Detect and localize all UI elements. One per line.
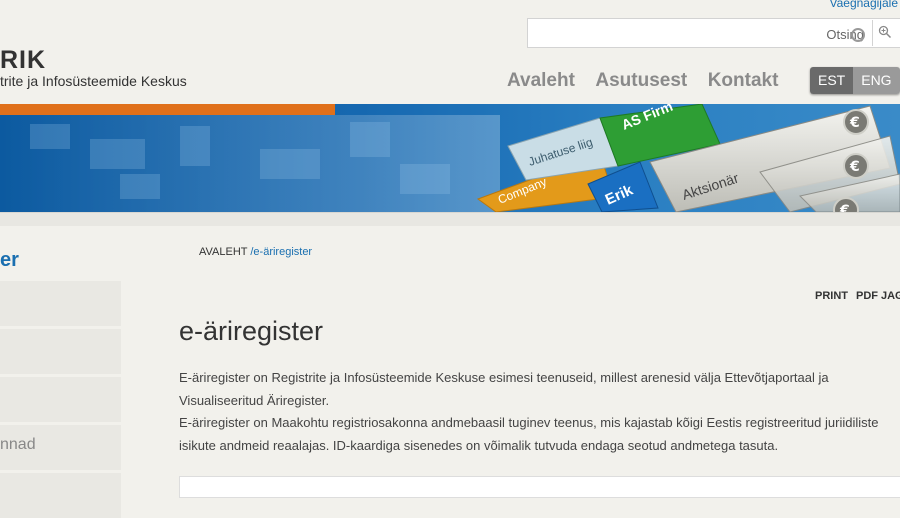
description-paragraph: E-äriregister on Maakohtu registriosakon… xyxy=(179,415,879,453)
main-content: E-äriregister on Registrite ja Infosüste… xyxy=(179,367,899,457)
svg-text:€: € xyxy=(849,115,860,131)
sidebar-item[interactable] xyxy=(0,377,121,422)
hero-banner: Company Juhatuse liig AS Firm Erik Aktsi… xyxy=(0,104,900,212)
svg-text:€: € xyxy=(849,159,860,175)
magnifier-icon[interactable] xyxy=(878,25,892,39)
lang-eng-button[interactable]: ENG xyxy=(853,67,900,94)
breadcrumb-current[interactable]: /e-äriregister xyxy=(250,246,312,258)
search-input[interactable] xyxy=(532,22,866,46)
logo-title: RIK xyxy=(0,46,47,74)
logo-subtitle: trite ja Infosüsteemide Keskus xyxy=(0,73,187,89)
sidebar-item[interactable] xyxy=(0,329,121,374)
search-box xyxy=(527,18,900,48)
page-tools: PRINT PDF JAG xyxy=(815,290,900,302)
orange-strip xyxy=(0,104,335,115)
print-button[interactable]: PRINT xyxy=(815,290,848,302)
sidebar-item[interactable] xyxy=(0,281,121,326)
banner-graphic: Company Juhatuse liig AS Firm Erik Aktsi… xyxy=(0,104,900,212)
logo[interactable]: RIK trite ja Infosüsteemide Keskus xyxy=(0,46,187,89)
sidebar-item-label[interactable]: nnad xyxy=(0,436,36,454)
euro-icon: € xyxy=(843,109,869,135)
nav-item-asutusest[interactable]: Asutusest xyxy=(595,70,687,91)
euro-icon: € xyxy=(833,197,859,212)
sidebar-item[interactable] xyxy=(0,473,121,518)
content-box xyxy=(179,476,900,498)
lang-est-button[interactable]: EST xyxy=(810,67,854,94)
share-button[interactable]: JAG xyxy=(881,290,900,302)
euro-icon: € xyxy=(843,153,869,179)
nav-item-avaleht[interactable]: Avaleht xyxy=(507,70,575,91)
search-divider xyxy=(872,20,873,46)
main-nav: Avaleht Asutusest Kontakt xyxy=(507,70,794,92)
intro-paragraph: E-äriregister on Registrite ja Infosüste… xyxy=(179,370,829,408)
language-switcher: EST ENG xyxy=(810,67,900,94)
nav-item-kontakt[interactable]: Kontakt xyxy=(708,70,779,91)
svg-text:€: € xyxy=(839,203,850,212)
accessibility-link[interactable]: Vaegnägijale xyxy=(829,0,898,10)
breadcrumb-home[interactable]: AVALEHT xyxy=(199,246,247,258)
page-title: e-äriregister xyxy=(179,316,324,346)
banner-shadow xyxy=(0,212,900,226)
pdf-button[interactable]: PDF xyxy=(856,290,878,302)
breadcrumb: AVALEHT /e-äriregister xyxy=(199,246,312,258)
sidebar-title: er xyxy=(0,249,19,271)
search-spinner-icon xyxy=(851,28,865,42)
